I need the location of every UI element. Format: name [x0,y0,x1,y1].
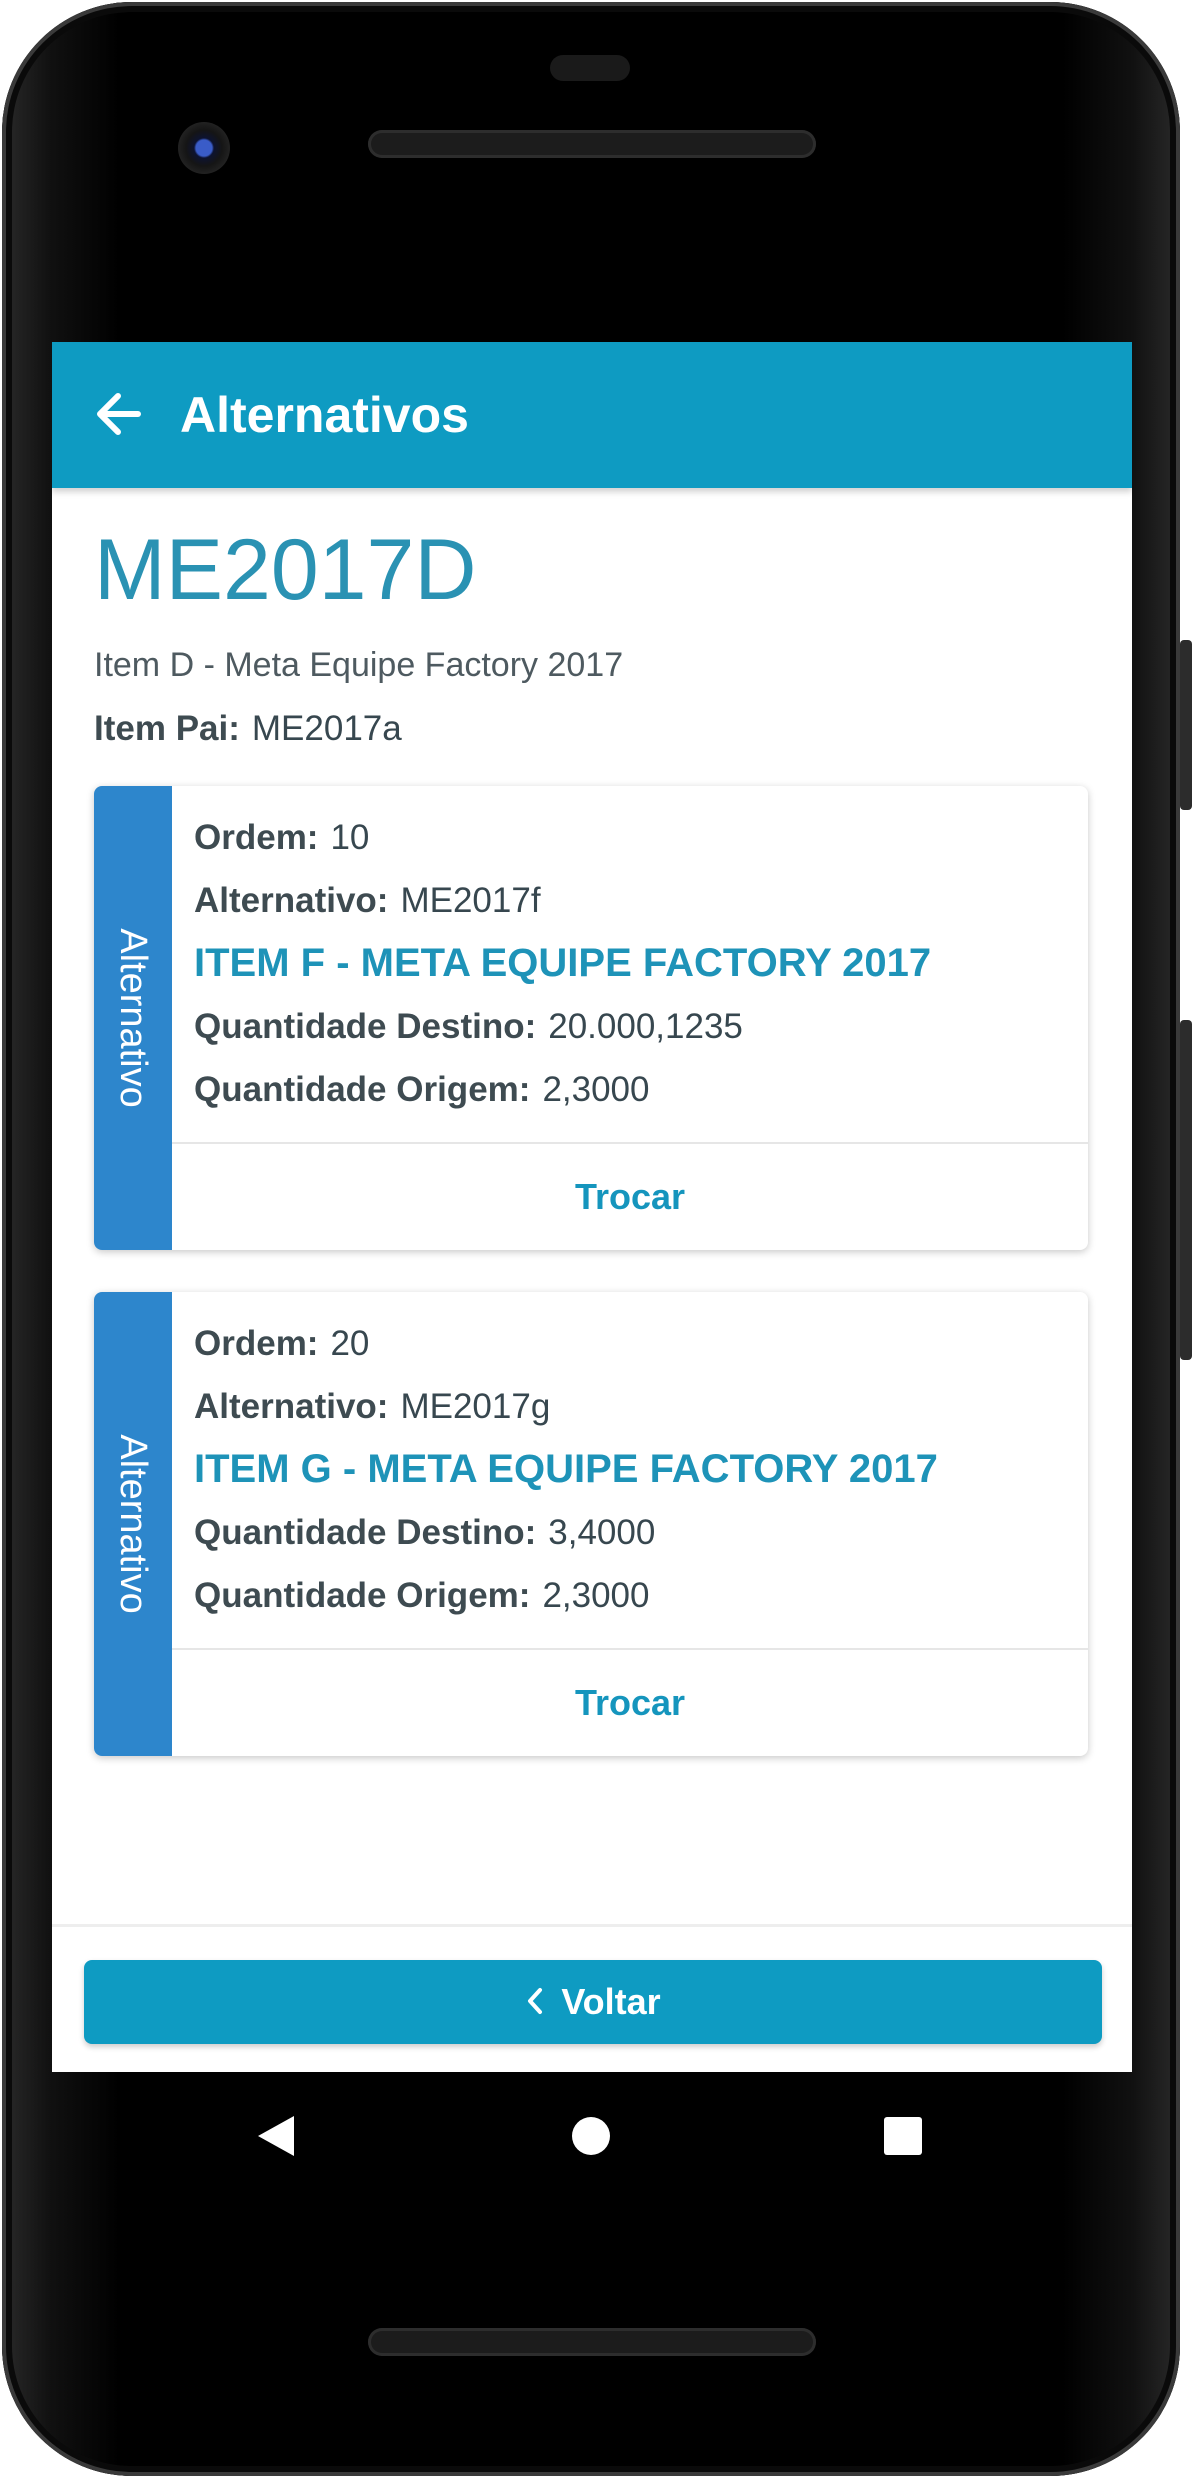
bottom-speaker [368,2328,816,2356]
alternative-title: ITEM G - META EQUIPE FACTORY 2017 [194,1447,938,1491]
order-value: 20 [330,1324,370,1363]
card-body: Ordem: 10 Alternativo: ME2017f ITEM F - ME… [194,806,1068,1121]
order-value: 10 [330,818,370,857]
alternative-row: Alternativo: ME2017f [194,869,1068,932]
target-quantity-label: Quantidade Destino: [194,1007,537,1046]
app-screen: Alternativos ME2017D Item D - Meta Equip… [52,342,1132,2072]
alternative-title: ITEM F - META EQUIPE FACTORY 2017 [194,941,932,985]
card-side-label: Alternativo [112,928,154,1108]
parent-item-value: ME2017a [251,709,402,748]
target-quantity-row: Quantidade Destino: 3,4000 [194,1501,1068,1564]
volume-button [1180,1020,1192,1360]
order-row: Ordem: 10 [194,806,1068,869]
back-button-label: Voltar [561,1981,661,2022]
target-quantity-value: 20.000,1235 [548,1007,743,1046]
footer-divider [52,1924,1132,1927]
alternative-card: Alternativo Ordem: 20 Alternativo: ME2017g… [94,1292,1088,1756]
card-side-label: Alternativo [112,1434,154,1614]
source-quantity-row: Quantidade Origem: 2,3000 [194,1058,1068,1121]
alternative-card: Alternativo Ordem: 10 Alternativo: ME2017f… [94,786,1088,1250]
app-bar: Alternativos [52,342,1132,488]
parent-item: Item Pai: ME2017a [94,706,402,752]
page-title: Alternativos [180,387,469,443]
alternative-value: ME2017g [400,1387,551,1426]
swap-button[interactable]: Trocar [172,1650,1088,1756]
order-label: Ordem: [194,1324,319,1363]
source-quantity-label: Quantidade Origem: [194,1576,531,1615]
swap-button[interactable]: Trocar [172,1144,1088,1250]
target-quantity-row: Quantidade Destino: 20.000,1235 [194,995,1068,1058]
order-label: Ordem: [194,818,319,857]
front-camera [178,122,230,174]
alternative-label: Alternativo: [194,881,389,920]
order-row: Ordem: 20 [194,1312,1068,1375]
target-quantity-label: Quantidade Destino: [194,1513,537,1552]
nav-back-icon[interactable] [254,2112,298,2160]
target-quantity-value: 3,4000 [548,1513,656,1552]
alternative-label: Alternativo: [194,1387,389,1426]
parent-item-label: Item Pai: [94,709,240,748]
alternative-row: Alternativo: ME2017g [194,1375,1068,1438]
alternative-value: ME2017f [400,881,541,920]
item-description: Item D - Meta Equipe Factory 2017 [94,646,624,684]
card-side-strip: Alternativo [94,1292,172,1756]
source-quantity-label: Quantidade Origem: [194,1070,531,1109]
chevron-left-icon [528,1988,543,2015]
source-quantity-value: 2,3000 [542,1070,650,1109]
power-button [1180,640,1192,810]
arrow-left-icon[interactable] [90,386,146,442]
nav-home-icon[interactable] [570,2112,612,2160]
item-code: ME2017D [94,522,477,618]
nav-recents-icon[interactable] [882,2112,924,2160]
source-quantity-row: Quantidade Origem: 2,3000 [194,1564,1068,1627]
source-quantity-value: 2,3000 [542,1576,650,1615]
card-body: Ordem: 20 Alternativo: ME2017g ITEM G - ME… [194,1312,1068,1627]
card-side-strip: Alternativo [94,786,172,1250]
sensor [550,55,630,81]
back-button[interactable]: Voltar [84,1960,1102,2044]
earpiece-speaker [368,130,816,158]
